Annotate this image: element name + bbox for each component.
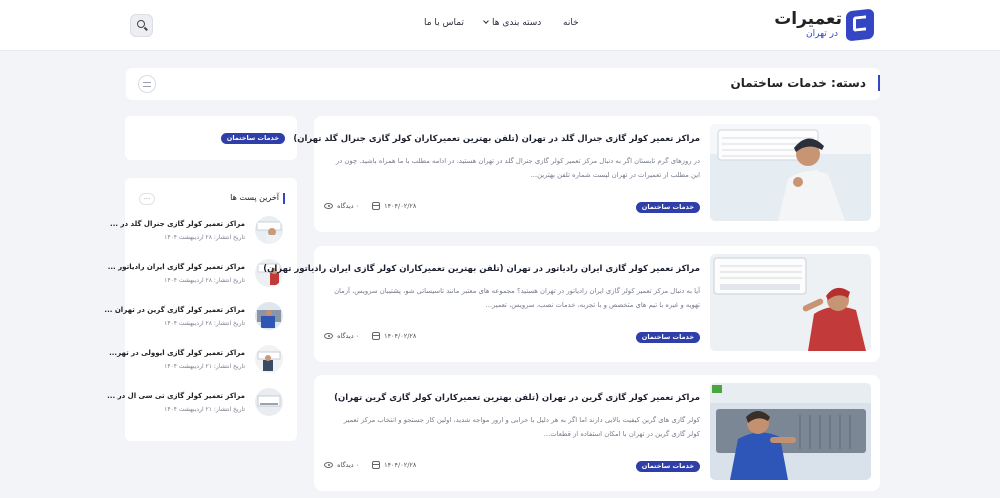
post-image[interactable] (710, 383, 871, 480)
post-comments-text: ۰ دیدگاه (337, 461, 360, 469)
post-title[interactable]: مراکز تعمیر کولر گازی جنرال گلد در تهران… (293, 134, 700, 144)
comment-icon (324, 203, 333, 209)
post-date-text: ۱۴۰۴/۰۲/۲۸ (384, 461, 417, 469)
comment-icon (324, 462, 333, 468)
recent-post-title: مراکز تعمیر کولر گازی ایران رادیاتور ... (107, 263, 245, 271)
recent-post-item[interactable]: مراکز تعمیر کولر گازی ایوولی در تهر... ت… (109, 345, 283, 377)
post-date: ۱۴۰۴/۰۲/۲۸ (372, 202, 416, 210)
list-view-icon[interactable] (138, 75, 156, 93)
post-comments: ۰ دیدگاه (324, 461, 359, 469)
category-header: دسته: خدمات ساختمان (126, 68, 880, 100)
post-category-badge[interactable]: خدمات ساختمان (635, 461, 700, 472)
post-excerpt: در روزهای گرم تابستان اگر به دنبال مرکز … (335, 157, 700, 179)
recent-post-date: تاریخ انتشار: ۲۸ اردیبهشت ۱۴۰۴ (164, 320, 245, 327)
post-card[interactable]: مراکز تعمیر کولر گازی جنرال گلد در تهران… (293, 116, 880, 232)
recent-post-thumbnail (255, 216, 283, 244)
post-date: ۱۴۰۴/۰۲/۲۸ (372, 332, 416, 340)
recent-post-title: مراکز تعمیر کولر گازی تی سی ال در ... (107, 392, 245, 400)
post-category-badge[interactable]: خدمات ساختمان (635, 332, 700, 343)
chevron-down-icon (483, 18, 489, 24)
site-logo[interactable]: تعمیرات در تهران (768, 8, 874, 42)
recent-post-thumbnail (255, 302, 283, 330)
recent-post-title: مراکز تعمیر کولر گازی ایوولی در تهر... (109, 349, 245, 357)
logo-icon (846, 8, 874, 42)
calendar-icon (372, 202, 380, 210)
post-title[interactable]: مراکز تعمیر کولر گازی گرین در تهران (تلف… (334, 393, 700, 403)
recent-post-item[interactable]: مراکز تعمیر کولر گازی جنرال گلد در ... ت… (110, 216, 283, 248)
recent-post-date: تاریخ انتشار: ۲۸ اردیبهشت ۱۴۰۴ (164, 277, 245, 284)
logo-title: تعمیرات (774, 9, 842, 29)
post-category-badge[interactable]: خدمات ساختمان (635, 202, 700, 213)
recent-posts-title: آخرین پست ها (230, 193, 285, 204)
post-card[interactable]: مراکز تعمیر کولر گازی گرین در تهران (تلف… (314, 375, 880, 491)
site-header: تعمیرات در تهران خانه دسته بندی ها تماس … (0, 0, 1000, 51)
post-comments: ۰ دیدگاه (324, 202, 359, 210)
recent-post-date: تاریخ انتشار: ۲۱ اردیبهشت ۱۴۰۴ (164, 363, 245, 370)
more-icon[interactable]: ... (139, 193, 155, 205)
post-excerpt: آیا به دنبال مرکز تعمیر کولر گازی ایران … (334, 287, 700, 309)
recent-post-date: تاریخ انتشار: ۲۱ اردیبهشت ۱۴۰۴ (164, 406, 245, 413)
recent-post-item[interactable]: مراکز تعمیر کولر گازی ایران رادیاتور ...… (108, 259, 283, 291)
calendar-icon (372, 332, 380, 340)
post-image[interactable] (710, 124, 871, 221)
comment-icon (324, 333, 333, 339)
post-comments: ۰ دیدگاه (324, 332, 359, 340)
nav-contact[interactable]: تماس با ما (424, 18, 464, 28)
recent-post-thumbnail (255, 388, 283, 416)
post-title[interactable]: مراکز تعمیر کولر گازی ایران رادیاتور در … (263, 264, 700, 274)
post-comments-text: ۰ دیدگاه (337, 332, 360, 340)
post-comments-text: ۰ دیدگاه (337, 202, 360, 210)
recent-post-title: مراکز تعمیر کولر گازی گرین در تهران ... (104, 306, 245, 314)
post-date: ۱۴۰۴/۰۲/۲۸ (372, 461, 416, 469)
recent-post-title: مراکز تعمیر کولر گازی جنرال گلد در ... (110, 220, 245, 228)
search-button[interactable] (130, 14, 153, 37)
recent-post-thumbnail (255, 345, 283, 373)
recent-post-item[interactable]: مراکز تعمیر کولر گازی تی سی ال در ... تا… (107, 388, 283, 420)
post-card[interactable]: مراکز تعمیر کولر گازی ایران رادیاتور در … (263, 246, 880, 362)
page-title: دسته: خدمات ساختمان (730, 75, 880, 91)
nav-categories-label: دسته بندی ها (492, 18, 542, 28)
calendar-icon (372, 461, 380, 469)
nav-home[interactable]: خانه (563, 18, 579, 28)
post-date-text: ۱۴۰۴/۰۲/۲۸ (384, 332, 417, 340)
recent-post-item[interactable]: مراکز تعمیر کولر گازی گرین در تهران ... … (104, 302, 283, 334)
nav-categories[interactable]: دسته بندی ها (483, 18, 542, 28)
recent-posts-widget: آخرین پست ها ... مراکز تعمیر کولر گازی ج… (104, 178, 297, 441)
recent-post-date: تاریخ انتشار: ۲۸ اردیبهشت ۱۴۰۴ (164, 234, 245, 241)
logo-subtitle: در تهران (806, 29, 838, 39)
post-image[interactable] (710, 254, 871, 351)
post-excerpt: کولر گازی های گرین کیفیت بالایی دارند ام… (343, 416, 700, 438)
post-date-text: ۱۴۰۴/۰۲/۲۸ (384, 202, 417, 210)
tag-badge[interactable]: خدمات ساختمان (220, 133, 285, 144)
sidebar-tags-widget: خدمات ساختمان (125, 116, 297, 160)
